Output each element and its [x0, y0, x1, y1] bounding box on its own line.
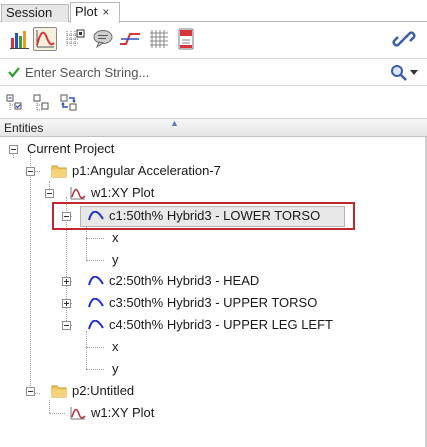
tree-item-c1-x[interactable]: x: [0, 227, 425, 249]
tree-item-label: w1:XY Plot: [91, 185, 155, 200]
tree-item-label: x: [112, 339, 119, 354]
tree-item-label: Current Project: [27, 141, 115, 156]
tab-session-label: Session: [6, 5, 53, 20]
tree-item-c2[interactable]: c2:50th% Hybrid3 - HEAD: [0, 270, 425, 292]
tree-item-label: w1:XY Plot: [91, 405, 155, 420]
expand-toggle[interactable]: [62, 299, 71, 308]
collapse-toggle[interactable]: [26, 387, 35, 396]
collapse-toggle[interactable]: [62, 321, 71, 330]
link-icon[interactable]: [392, 27, 416, 51]
expand-all-icon[interactable]: [33, 94, 51, 112]
tree-item-p2-w1-xy-plot[interactable]: w1:XY Plot: [0, 402, 425, 424]
tree-item-label: y: [112, 252, 119, 267]
table-grid-icon[interactable]: [147, 27, 171, 51]
tree-item-label: p2:Untitled: [72, 383, 135, 398]
xy-plot-icon: [70, 187, 86, 200]
tree-item-label: c4:50th% Hybrid3 - UPPER LEG LEFT: [109, 317, 333, 332]
bar-chart-icon[interactable]: [8, 27, 32, 51]
tree-item-c3[interactable]: c3:50th% Hybrid3 - UPPER TORSO: [0, 292, 425, 314]
search-input[interactable]: [25, 63, 375, 81]
folder-icon: [51, 385, 67, 398]
collapse-toggle[interactable]: [45, 189, 54, 198]
tree-item-c1-y[interactable]: y: [0, 249, 425, 271]
collapse-toggle[interactable]: [26, 167, 35, 176]
sync-icon[interactable]: [60, 94, 78, 112]
sort-ascending-icon[interactable]: ▲: [170, 118, 179, 128]
tree-item-current-project[interactable]: Current Project: [0, 138, 425, 160]
tab-session[interactable]: Session: [1, 4, 69, 22]
xy-plot-icon: [70, 407, 86, 420]
highlight-box: [52, 202, 355, 230]
xy-curve-icon[interactable]: [33, 27, 57, 51]
checkmark-icon: [8, 67, 20, 78]
curve-icon: [88, 298, 104, 308]
folder-icon: [51, 165, 67, 178]
tab-plot-label: Plot: [75, 4, 98, 19]
entities-header-label: Entities: [4, 121, 44, 135]
chevron-down-icon[interactable]: [410, 70, 418, 76]
document-red-icon[interactable]: [174, 27, 198, 51]
curve-filter-icon[interactable]: [118, 27, 142, 51]
tree-item-w1-xy-plot[interactable]: w1:XY Plot: [0, 182, 425, 204]
tab-bar: Session Plot ×: [0, 0, 427, 23]
collapse-all-icon[interactable]: [6, 94, 24, 112]
curve-icon: [88, 276, 104, 286]
tree-item-c4-y[interactable]: y: [0, 358, 425, 380]
tree-item-p1[interactable]: p1:Angular Acceleration-7: [0, 160, 425, 182]
tree-toolbar: [0, 88, 427, 118]
tree-item-c4-x[interactable]: x: [0, 336, 425, 358]
search-bar: [0, 58, 427, 86]
entities-header[interactable]: Entities ▲: [0, 118, 427, 137]
tree-item-label: p1:Angular Acceleration-7: [72, 163, 221, 178]
tree-item-label: c2:50th% Hybrid3 - HEAD: [109, 273, 260, 288]
tab-plot[interactable]: Plot ×: [70, 2, 120, 23]
expand-toggle[interactable]: [62, 277, 71, 286]
curve-icon: [88, 320, 104, 330]
toolbar: [0, 22, 427, 56]
close-icon[interactable]: ×: [102, 5, 109, 19]
comment-icon[interactable]: [91, 27, 115, 51]
tree-item-c4[interactable]: c4:50th% Hybrid3 - UPPER LEG LEFT: [0, 314, 425, 336]
tree-item-label: x: [112, 230, 119, 245]
tree-item-label: c3:50th% Hybrid3 - UPPER TORSO: [109, 295, 318, 310]
tree-item-label: y: [112, 361, 119, 376]
magnifier-icon[interactable]: [390, 64, 408, 82]
tree-item-p2[interactable]: p2:Untitled: [0, 380, 425, 402]
grid-select-icon[interactable]: [63, 27, 87, 51]
collapse-toggle[interactable]: [9, 145, 18, 154]
